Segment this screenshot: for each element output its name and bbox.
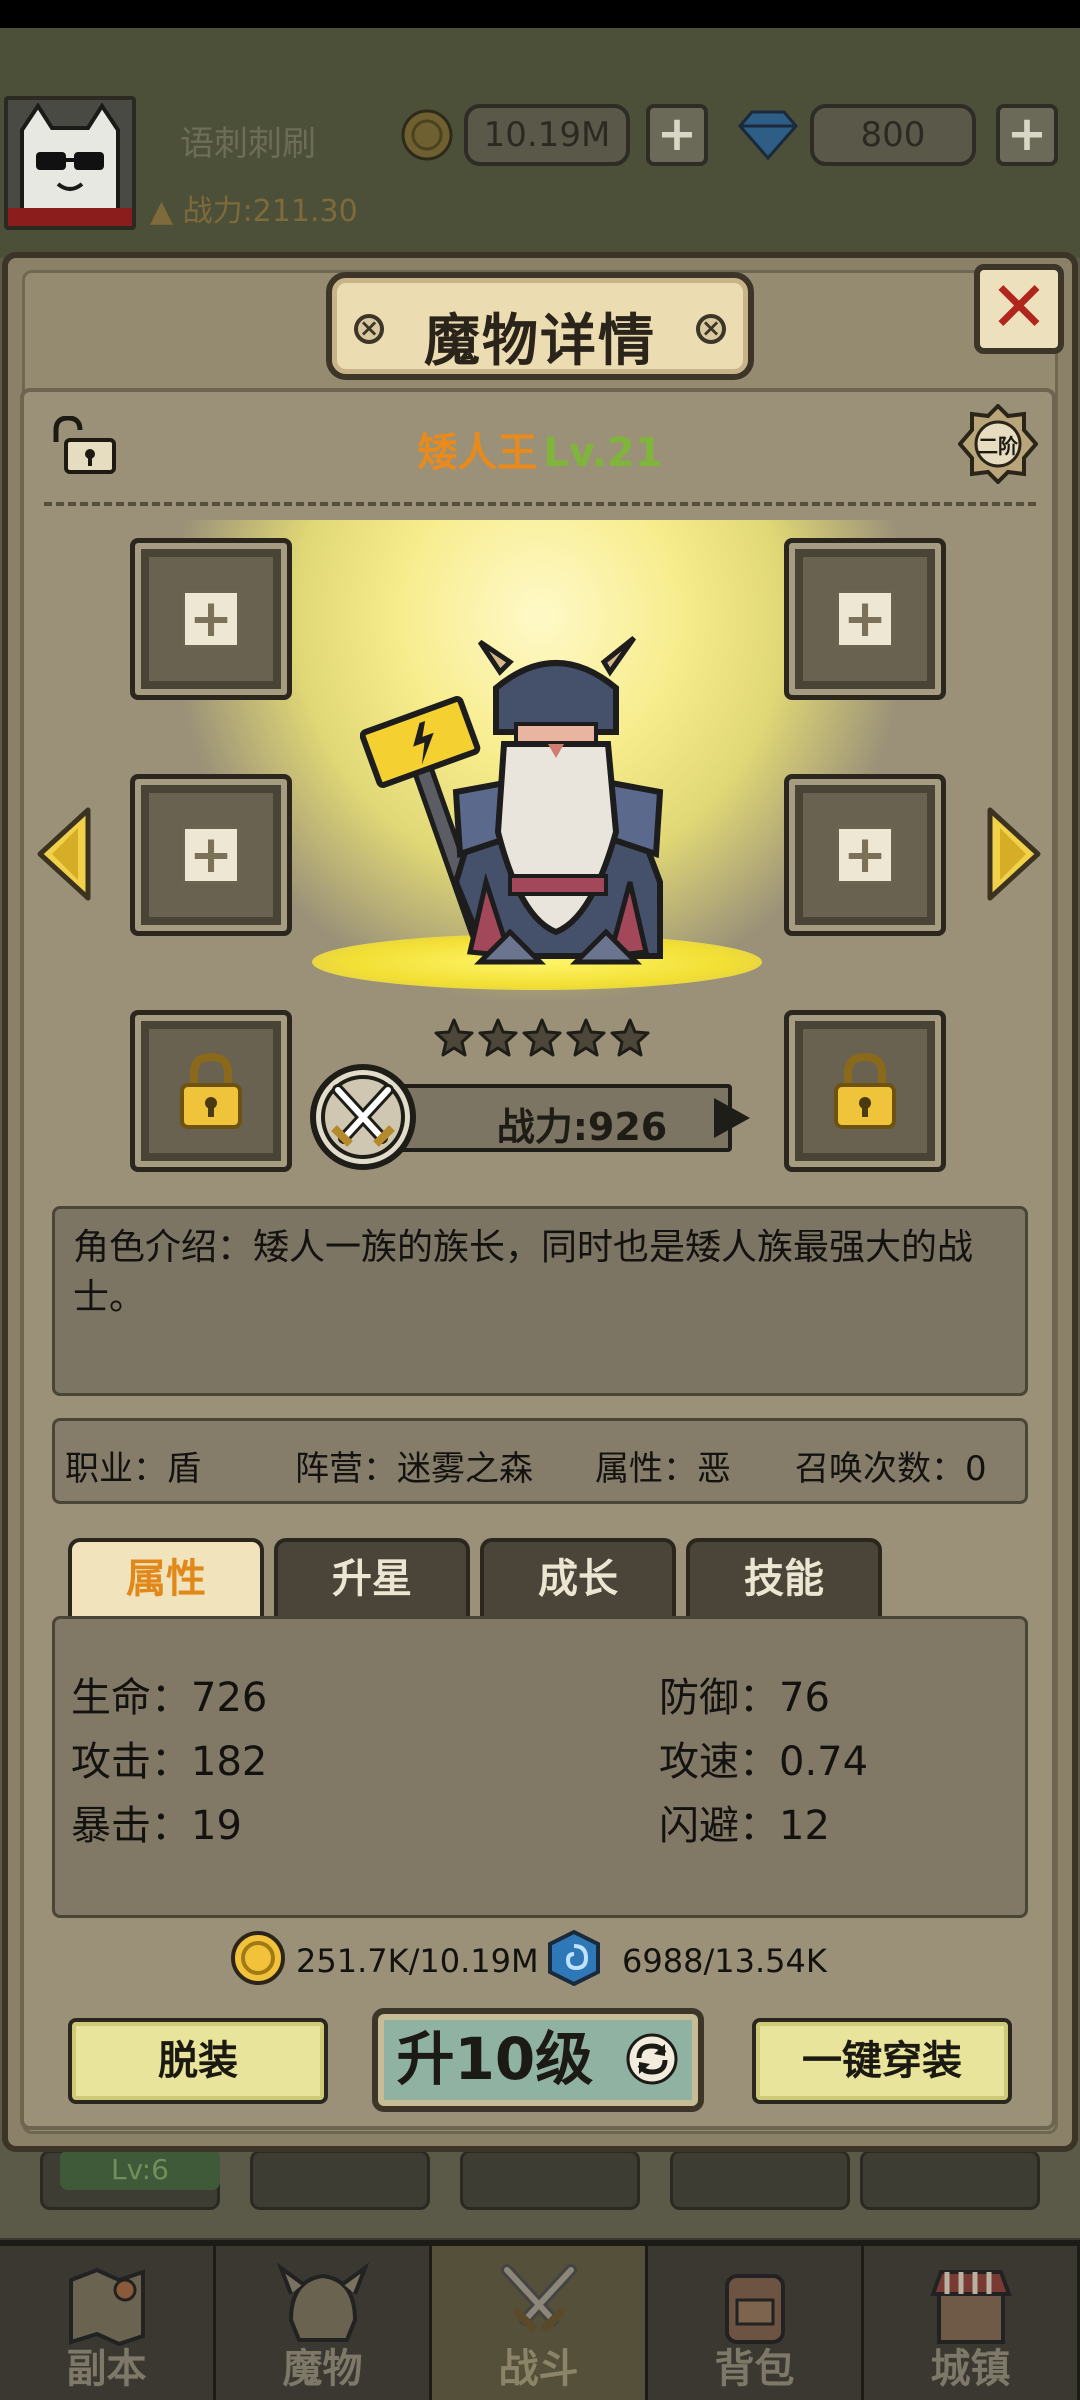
bolt-icon: × — [696, 314, 726, 344]
panel-title: 魔物详情 — [424, 309, 656, 374]
gold-coin-icon — [400, 108, 454, 162]
nav-town[interactable]: 城镇 — [864, 2246, 1080, 2400]
background-slot — [860, 2150, 1040, 2210]
player-power-value: 战力:211.30 — [182, 194, 358, 229]
tier-badge[interactable]: 二阶 — [958, 404, 1038, 484]
background-slot — [460, 2150, 640, 2210]
add-equipment-icon: + — [836, 590, 894, 648]
equip-slot-mid-right[interactable]: + — [784, 774, 946, 936]
summon-count-text: 召唤次数：0 — [795, 1449, 987, 1489]
gold-coin-icon — [231, 1931, 285, 1985]
equip-slot-top-right[interactable]: + — [784, 538, 946, 700]
equip-all-button[interactable]: 一键穿装 — [752, 2018, 1012, 2104]
upgrade-cost-row: 251.7K/10.19M 6988/13.54K — [230, 1930, 870, 1992]
essence-swirl-icon — [548, 1930, 600, 1986]
star-icon — [522, 1018, 562, 1057]
player-power: ▲ 战力:211.30 — [150, 186, 358, 230]
padlock-icon — [180, 1052, 242, 1129]
tab-skills[interactable]: 技能 — [686, 1538, 882, 1618]
equip-slot-mid-left[interactable]: + — [130, 774, 292, 936]
player-avatar[interactable] — [4, 96, 136, 230]
previous-monster-button[interactable] — [36, 806, 92, 902]
tab-star-up[interactable]: 升星 — [274, 1538, 470, 1618]
add-gold-button[interactable]: + — [646, 104, 708, 166]
arrow-left-icon — [37, 807, 91, 901]
attribute-text: 属性：恶 — [595, 1449, 731, 1489]
gold-counter: 10.19M — [464, 104, 630, 166]
equip-slot-top-left[interactable]: + — [130, 538, 292, 700]
bottom-nav: 副本 魔物 战斗 背包 城镇 — [0, 2240, 1080, 2400]
tab-attributes[interactable]: 属性 — [68, 1538, 264, 1618]
monster-meta-row: 职业：盾 阵营：迷雾之森 属性：恶 召唤次数：0 — [52, 1418, 1028, 1504]
nav-backpack[interactable]: 背包 — [648, 2246, 864, 2400]
stat-defense: 防御：76 — [659, 1675, 830, 1721]
star-icon — [610, 1018, 650, 1057]
star-icon — [434, 1018, 474, 1057]
monster-level: Lv.21 — [543, 430, 663, 476]
star-icon — [478, 1018, 518, 1057]
add-equipment-icon: + — [182, 590, 240, 648]
equip-slot-bottom-left-locked[interactable] — [130, 1010, 292, 1172]
diamond-counter: 800 — [810, 104, 976, 166]
tier-label: 二阶 — [978, 434, 1018, 458]
title-plaque: × 魔物详情 × — [326, 272, 754, 380]
nav-label: 城镇 — [930, 2346, 1011, 2392]
essence-cost: 6988/13.54K — [622, 1942, 827, 1980]
player-name: 语刺刺刷 — [180, 124, 316, 164]
status-bar — [0, 0, 1080, 28]
stat-attack-speed: 攻速：0.74 — [659, 1739, 869, 1785]
nav-battle[interactable]: 战斗 — [432, 2246, 648, 2400]
power-value: 战力:926 — [496, 1105, 668, 1149]
power-bar: 战力:926 — [372, 1080, 752, 1156]
cat-avatar-icon — [8, 100, 132, 226]
job-text: 职业：盾 — [65, 1449, 201, 1489]
star-rating — [434, 1018, 654, 1064]
tab-growth[interactable]: 成长 — [480, 1538, 676, 1618]
refresh-icon — [626, 2033, 678, 2085]
next-monster-button[interactable] — [986, 806, 1042, 902]
diamond-icon — [736, 108, 800, 162]
stats-panel: 生命：726 防御：76 攻击：182 攻速：0.74 暴击：19 闪避：12 — [52, 1616, 1028, 1918]
add-equipment-icon: + — [836, 826, 894, 884]
power-sword-medal-icon — [308, 1062, 418, 1172]
nav-dungeon[interactable]: 副本 — [0, 2246, 216, 2400]
stat-crit: 暴击：19 — [71, 1803, 242, 1849]
nav-label: 背包 — [714, 2346, 795, 2392]
background-slot — [670, 2150, 850, 2210]
background-slot — [250, 2150, 430, 2210]
power-flame-icon: ▲ — [150, 194, 174, 229]
nav-label: 魔物 — [282, 2346, 363, 2392]
stat-dodge: 闪避：12 — [659, 1803, 830, 1849]
arrow-right-icon — [987, 807, 1041, 901]
upgrade-label: 升10级 — [396, 2025, 594, 2093]
dwarf-king-portrait — [359, 632, 720, 972]
nav-label: 战斗 — [498, 2346, 579, 2392]
gold-cost: 251.7K/10.19M — [296, 1942, 539, 1980]
monster-name: 矮人王 — [417, 430, 538, 476]
equip-slot-bottom-right-locked[interactable] — [784, 1010, 946, 1172]
add-diamond-button[interactable]: + — [996, 104, 1058, 166]
close-button[interactable]: ✕ — [974, 264, 1064, 354]
camp-text: 阵营：迷雾之森 — [295, 1449, 533, 1489]
monster-description: 角色介绍：矮人一族的族长，同时也是矮人族最强大的战士。 — [52, 1206, 1028, 1396]
add-equipment-icon: + — [182, 826, 240, 884]
stat-attack: 攻击：182 — [71, 1739, 268, 1785]
padlock-icon — [834, 1052, 896, 1129]
monster-name-line: 矮人王 Lv.21 — [0, 420, 1080, 478]
star-icon — [566, 1018, 606, 1057]
unequip-button[interactable]: 脱装 — [68, 2018, 328, 2104]
nav-label: 副本 — [66, 2346, 147, 2392]
background-slot-level: Lv:6 — [60, 2150, 220, 2190]
stat-hp: 生命：726 — [71, 1675, 268, 1721]
upgrade-10-levels-button[interactable]: 升10级 — [372, 2008, 704, 2112]
nav-monster[interactable]: 魔物 — [216, 2246, 432, 2400]
divider — [44, 502, 1036, 506]
